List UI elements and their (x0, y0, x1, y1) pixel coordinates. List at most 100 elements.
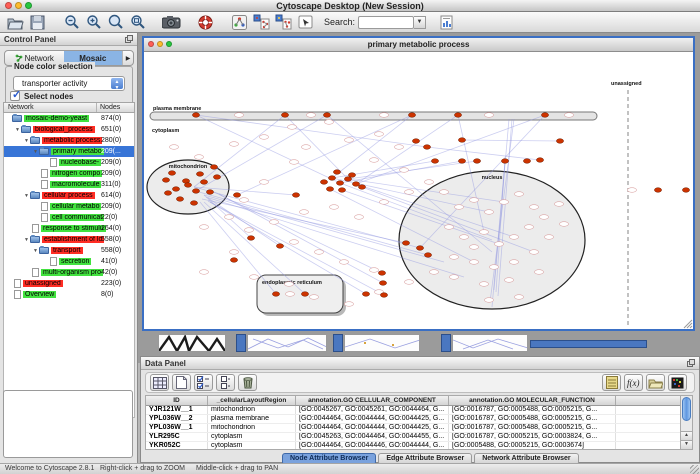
attribute-batch-unselect-icon[interactable] (216, 374, 235, 391)
file-icon (32, 268, 39, 277)
table-row[interactable]: YPL036W__2plasma membrane[GO:0044464, GO… (146, 415, 681, 424)
column-header[interactable]: _cellularLayoutRegion (208, 396, 296, 405)
snapshot-icon[interactable] (162, 13, 181, 32)
vizmapper-icon[interactable] (230, 13, 249, 32)
background-window[interactable] (247, 334, 327, 352)
float-panel-icon[interactable] (687, 359, 695, 369)
scroll-up-icon[interactable]: ▲ (681, 431, 692, 440)
background-window[interactable] (452, 334, 528, 352)
tree-item-15[interactable]: unassigned223(0) (4, 278, 134, 289)
tree-item-16[interactable]: Overview8(0) (4, 289, 134, 300)
tree-item-label: cellular process (42, 192, 95, 199)
tree-item-9[interactable]: cell communicat22(0) (4, 212, 134, 223)
delete-attribute-icon[interactable] (238, 374, 257, 391)
network-canvas[interactable]: plasma membranecytoplasmmitochondrionnuc… (144, 52, 693, 329)
scroll-down-icon[interactable]: ▼ (681, 440, 692, 449)
tree-item-11[interactable]: ▼establishment of lo558(0) (4, 234, 134, 245)
tabs-overflow-icon[interactable]: ▶ (122, 51, 133, 65)
annotation-icon[interactable] (296, 13, 315, 32)
float-panel-icon[interactable] (125, 35, 133, 45)
background-window-edge[interactable] (530, 340, 647, 348)
network-view-window: primary metabolic process plasma membran… (142, 36, 695, 331)
tree-item-count: 264(0) (101, 225, 121, 232)
data-panel-title: Data Panel (145, 359, 186, 368)
expand-arrow-icon[interactable]: ▼ (14, 127, 21, 133)
apply-layout-alt-icon[interactable] (274, 13, 293, 32)
folder-icon (39, 247, 49, 254)
tree-item-12[interactable]: ▼transport558(0) (4, 245, 134, 256)
tree-item-label: biological_process (33, 126, 95, 133)
tree-item-2[interactable]: ▼metabolic process280(0) (4, 135, 134, 146)
search-dropdown-icon[interactable]: ▼ (414, 16, 426, 29)
background-window-edge[interactable] (441, 334, 451, 352)
tree-item-0[interactable]: mosaic-demo-yeast874(0) (4, 113, 134, 124)
search-input[interactable] (358, 16, 414, 29)
column-header[interactable]: annotation.GO MOLECULAR_FUNCTION (449, 396, 616, 405)
tree-col-nodes[interactable]: Nodes (97, 103, 134, 112)
background-window[interactable] (158, 334, 226, 352)
expand-arrow-icon[interactable]: ▼ (23, 237, 30, 243)
tree-col-network[interactable]: Network (4, 103, 97, 112)
select-nodes-checkbox[interactable]: ✓ (10, 91, 20, 101)
select-attributes-icon[interactable] (150, 374, 169, 391)
column-header[interactable]: annotation.GO CELLULAR_COMPONENT (296, 396, 449, 405)
table-cell: [GO:0016787, GO:0005488, GO:0005215, G..… (449, 424, 616, 432)
table-row[interactable]: YLR295Ccytoplasm[GO:0045263, GO:0044464,… (146, 433, 681, 442)
table-cell: YPL036W__2 (146, 415, 208, 423)
attribute-report-icon[interactable] (438, 13, 457, 32)
background-window-edge[interactable] (236, 334, 246, 352)
zoom-fit-icon[interactable] (128, 13, 147, 32)
column-header[interactable]: ID (146, 396, 208, 405)
tree-item-5[interactable]: nitrogen compo209(0) (4, 168, 134, 179)
table-cell: YKR052C (146, 442, 208, 450)
save-icon[interactable] (28, 13, 47, 32)
tree-item-3[interactable]: ▼primary metabo209(... (4, 146, 134, 157)
tree-item-10[interactable]: response to stimulu264(0) (4, 223, 134, 234)
tree-item-13[interactable]: secretion41(0) (4, 256, 134, 267)
apply-layout-icon[interactable] (252, 13, 271, 32)
zoom-out-icon[interactable] (62, 13, 81, 32)
formula-builder-icon[interactable]: f(x) (624, 374, 643, 391)
expand-arrow-icon[interactable]: ▼ (23, 138, 30, 144)
zoom-actual-icon[interactable] (106, 13, 125, 32)
scrollbar-thumb[interactable] (682, 397, 691, 421)
expand-arrow-icon[interactable]: ▼ (32, 149, 39, 155)
tree-item-6[interactable]: macromolecule311(0) (4, 179, 134, 190)
tree-item-8[interactable]: cellular metabo209(0) (4, 201, 134, 212)
expand-arrow-icon[interactable]: ▼ (32, 248, 39, 254)
open-file-icon[interactable] (6, 13, 25, 32)
app-title-bar[interactable]: Cytoscape Desktop (New Session) (0, 0, 700, 12)
tree-item-14[interactable]: multi-organism pro42(0) (4, 267, 134, 278)
attribute-table: ID_cellularLayoutRegionannotation.GO CEL… (145, 395, 682, 450)
tree-item-7[interactable]: ▼cellular process614(0) (4, 190, 134, 201)
network-window-titlebar[interactable]: primary metabolic process (144, 38, 693, 52)
import-attributes-icon[interactable] (646, 374, 665, 391)
table-row[interactable]: YKR052Ccytoplasm[GO:0044464, GO:0044446,… (146, 442, 681, 450)
table-scrollbar[interactable]: ▲ ▼ (680, 395, 693, 450)
tree-item-label: establishment of lo (42, 236, 104, 243)
zoom-in-icon[interactable] (84, 13, 103, 32)
table-row[interactable]: YJR121W__1mitochondrion[GO:0045267, GO:0… (146, 406, 681, 415)
background-window[interactable] (344, 334, 420, 352)
tree-item-1[interactable]: ▼biological_process651(0) (4, 124, 134, 135)
tree-item-4[interactable]: nucleobase-209(0) (4, 157, 134, 168)
table-cell: [GO:0005488, GO:0005215, GO:0003674] (449, 442, 616, 450)
tree-item-count: 209(0) (101, 203, 121, 210)
create-attribute-icon[interactable] (172, 374, 191, 391)
file-icon (14, 279, 21, 288)
table-row[interactable]: YPL036W__1mitochondrion[GO:0044464, GO:0… (146, 424, 681, 433)
control-panel-title: Control Panel (4, 35, 56, 44)
file-icon (41, 213, 48, 222)
status-welcome: Welcome to Cytoscape 2.8.1 (5, 465, 94, 472)
tree-item-count: 209(0) (101, 159, 121, 166)
attribute-editor-icon[interactable] (602, 374, 621, 391)
table-cell-filler (616, 442, 681, 450)
help-icon[interactable] (196, 13, 215, 32)
background-window-edge[interactable] (333, 334, 343, 352)
expand-arrow-icon[interactable]: ▼ (23, 193, 30, 199)
attribute-batch-select-icon[interactable] (194, 374, 213, 391)
node-color-combobox[interactable]: transporter activity ▲▼ (13, 76, 125, 91)
attribute-matrix-icon[interactable] (668, 374, 687, 391)
resize-grip[interactable] (690, 465, 699, 474)
birds-eye-view[interactable] (3, 390, 133, 458)
